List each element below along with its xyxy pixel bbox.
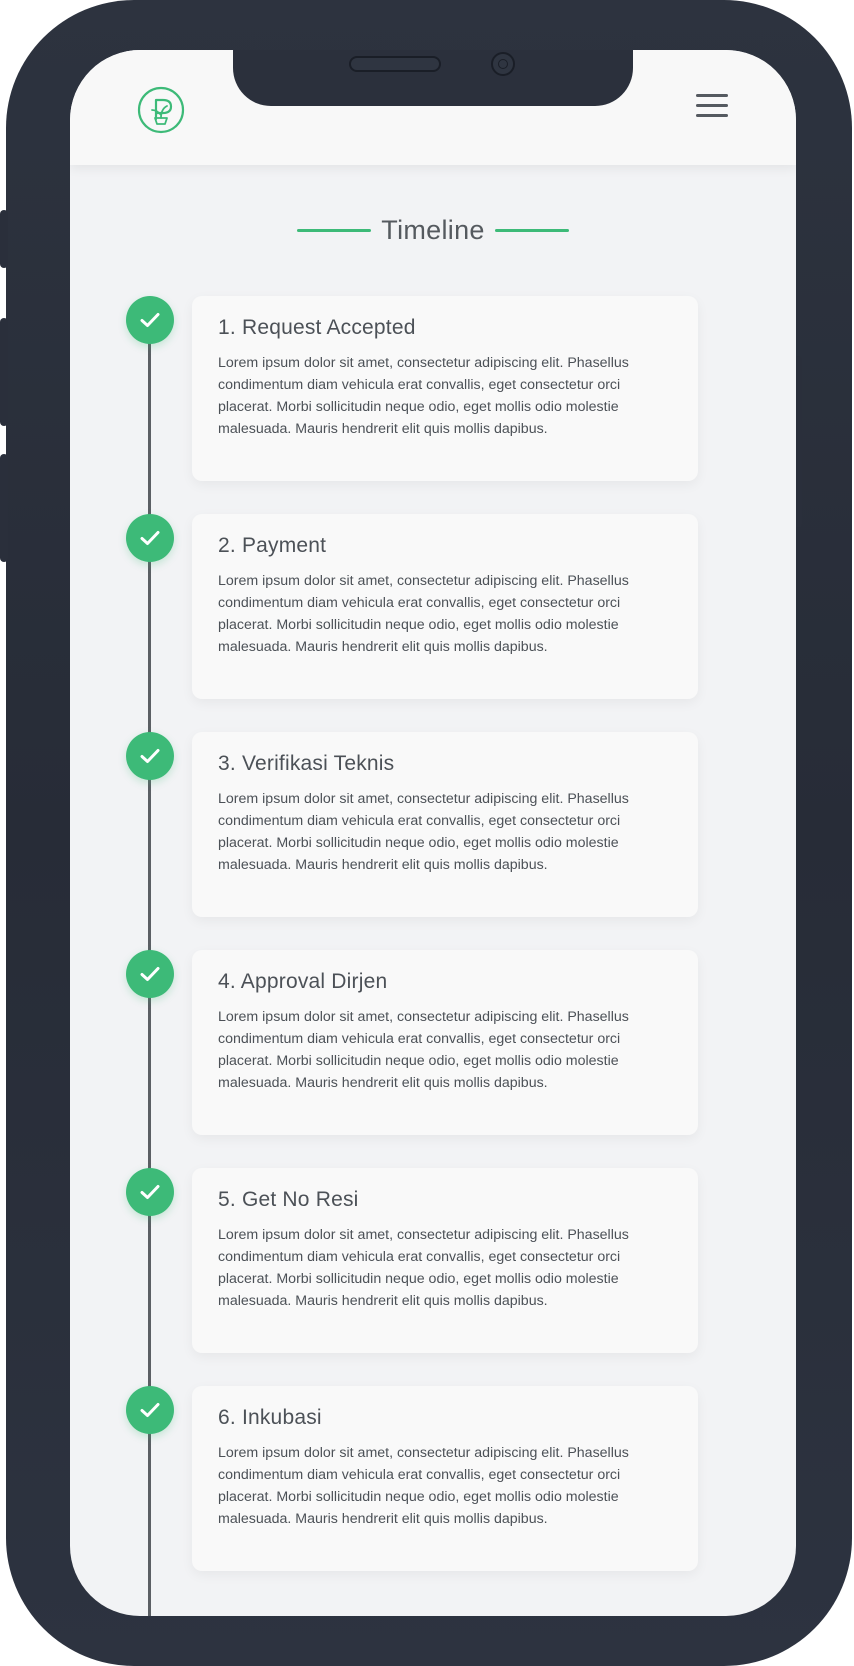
hamburger-icon[interactable] <box>696 94 728 120</box>
timeline-card-title: 3. Verifikasi Teknis <box>218 752 395 775</box>
check-icon <box>126 950 174 998</box>
speaker-grille <box>349 56 441 72</box>
title-rule-right <box>494 228 569 232</box>
check-icon <box>126 732 174 780</box>
check-icon <box>126 1386 174 1434</box>
page-title: Timeline <box>381 214 485 245</box>
timeline-card-title: 5. Get No Resi <box>218 1188 359 1211</box>
front-camera <box>491 52 515 76</box>
silent-switch <box>0 210 8 268</box>
notch <box>233 50 633 106</box>
check-icon <box>126 1168 174 1216</box>
timeline-card[interactable]: 5. Get No Resi Lorem ipsum dolor sit ame… <box>192 1168 698 1353</box>
timeline-card-body: Lorem ipsum dolor sit amet, consectetur … <box>218 1445 629 1527</box>
timeline-card-body: Lorem ipsum dolor sit amet, consectetur … <box>218 573 629 655</box>
phone-frame: Timeline 1. Request Accepted Lorem ipsum… <box>0 0 852 1666</box>
timeline-card[interactable]: 2. Payment Lorem ipsum dolor sit amet, c… <box>192 514 698 699</box>
timeline-card-body: Lorem ipsum dolor sit amet, consectetur … <box>218 791 629 873</box>
timeline-card-title: 1. Request Accepted <box>218 316 416 339</box>
timeline-card[interactable]: 3. Verifikasi Teknis Lorem ipsum dolor s… <box>192 732 698 917</box>
title-rule-left <box>297 228 372 232</box>
volume-up-button <box>0 318 8 426</box>
timeline-card-body: Lorem ipsum dolor sit amet, consectetur … <box>218 1227 629 1309</box>
timeline-card-title: 6. Inkubasi <box>218 1406 322 1429</box>
timeline-card[interactable]: 1. Request Accepted Lorem ipsum dolor si… <box>192 296 698 481</box>
timeline-card-title: 4. Approval Dirjen <box>218 970 388 993</box>
timeline-card-title: 2. Payment <box>218 534 327 557</box>
timeline-card[interactable]: 4. Approval Dirjen Lorem ipsum dolor sit… <box>192 950 698 1135</box>
volume-down-button <box>0 454 8 562</box>
plant-pot-logo-icon[interactable] <box>136 85 186 135</box>
check-icon <box>126 514 174 562</box>
timeline-card-body: Lorem ipsum dolor sit amet, consectetur … <box>218 1009 629 1091</box>
check-icon <box>126 296 174 344</box>
timeline-card[interactable]: 6. Inkubasi Lorem ipsum dolor sit amet, … <box>192 1386 698 1571</box>
screen: Timeline 1. Request Accepted Lorem ipsum… <box>70 50 796 1616</box>
section-header: Timeline <box>70 210 796 250</box>
timeline-card-body: Lorem ipsum dolor sit amet, consectetur … <box>218 355 629 437</box>
